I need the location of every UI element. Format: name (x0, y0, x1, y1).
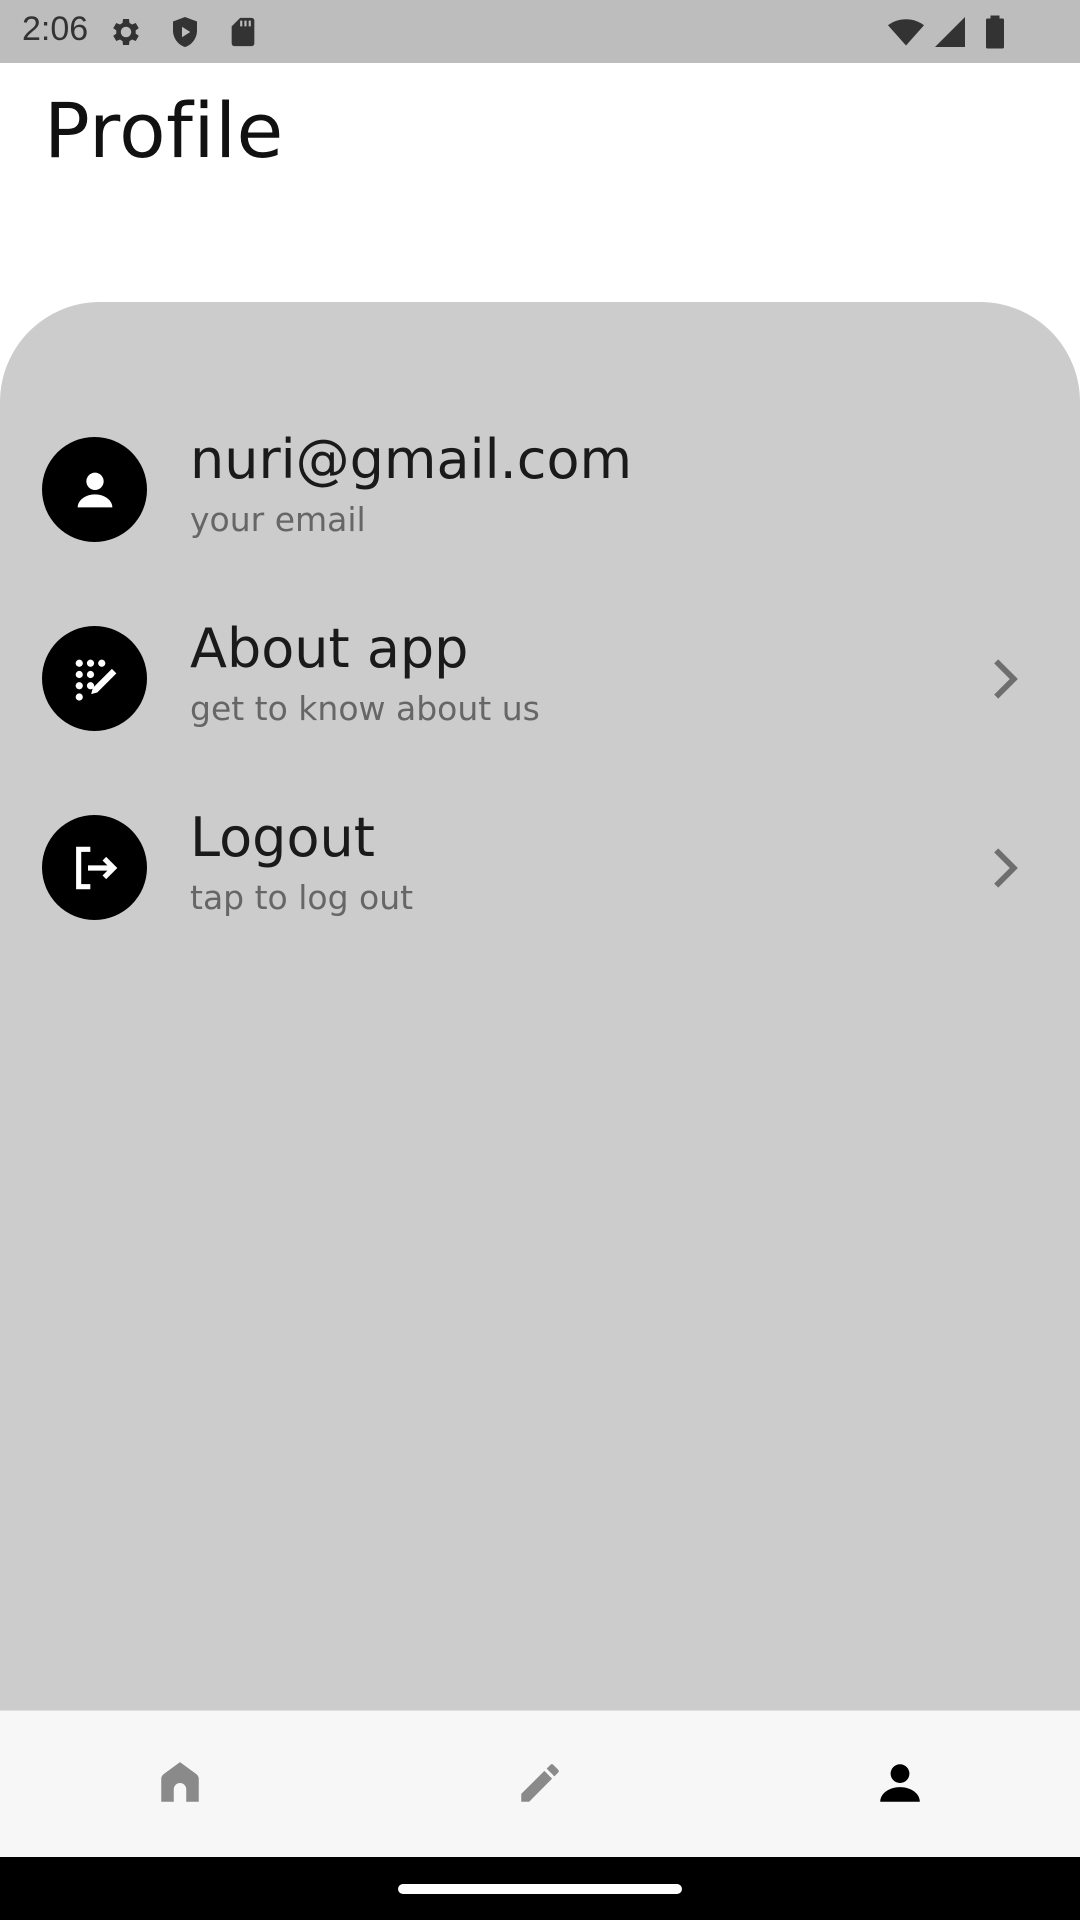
shield-play-icon (167, 14, 203, 54)
status-bar: 2:06 (0, 0, 1080, 63)
settings-icon (108, 14, 144, 54)
pencil-icon (515, 1758, 565, 1812)
battery-icon (980, 14, 1010, 54)
wifi-icon (886, 14, 926, 54)
email-value: nuri@gmail.com (190, 428, 633, 491)
home-icon (155, 1758, 205, 1812)
about-app-title: About app (190, 617, 469, 680)
page-title: Profile (44, 86, 284, 175)
person-icon (875, 1758, 925, 1812)
profile-sheet: nuri@gmail.com your email About app get … (0, 302, 1080, 1710)
sd-card-icon (226, 14, 260, 54)
system-navigation-bar (0, 1857, 1080, 1920)
home-gesture-handle[interactable] (398, 1884, 682, 1894)
nav-home[interactable] (0, 1711, 360, 1858)
logout-item[interactable]: Logout tap to log out (0, 798, 1080, 938)
nav-profile[interactable] (720, 1711, 1080, 1858)
signal-icon (932, 14, 968, 54)
email-label: your email (190, 500, 366, 539)
logout-icon (42, 815, 147, 920)
person-icon (42, 437, 147, 542)
email-item: nuri@gmail.com your email (0, 420, 1080, 560)
nav-edit[interactable] (360, 1711, 720, 1858)
about-app-subtitle: get to know about us (190, 689, 540, 728)
logout-subtitle: tap to log out (190, 878, 414, 917)
logout-title: Logout (190, 806, 375, 869)
status-time: 2:06 (22, 10, 89, 48)
bottom-navigation (0, 1710, 1080, 1857)
chevron-right-icon (990, 846, 1020, 894)
chevron-right-icon (990, 657, 1020, 705)
dialpad-edit-icon (42, 626, 147, 731)
about-app-item[interactable]: About app get to know about us (0, 609, 1080, 749)
